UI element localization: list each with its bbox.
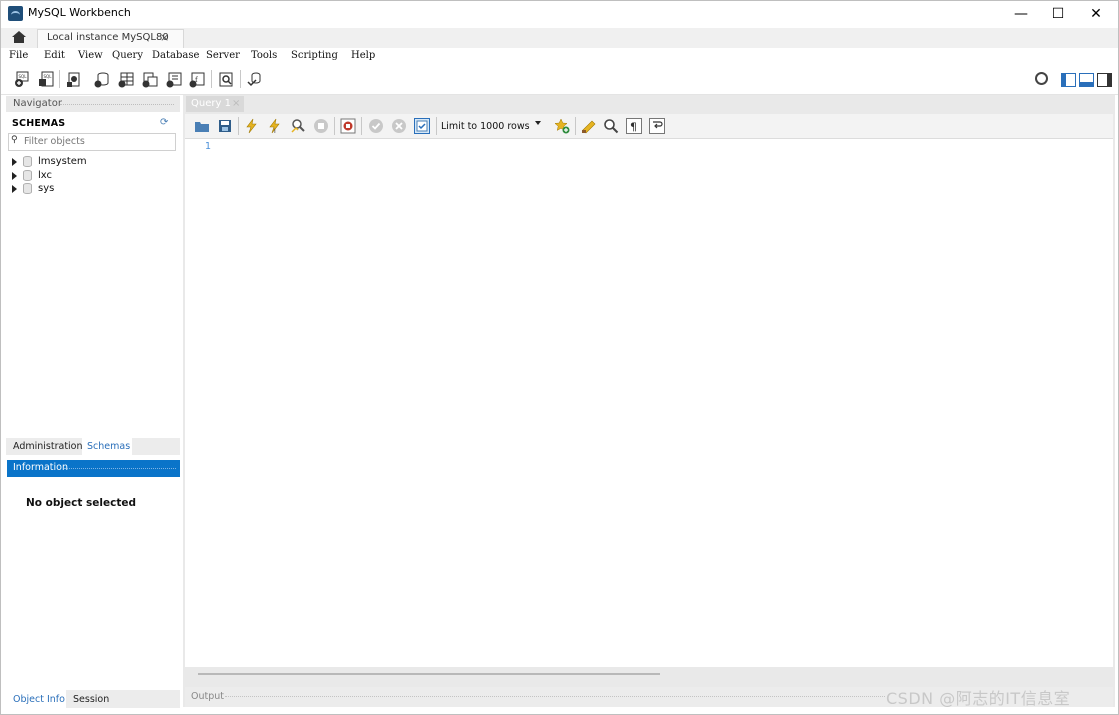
execute-icon[interactable]: [244, 118, 260, 134]
limit-rows-select[interactable]: Limit to 1000 rows: [441, 118, 545, 134]
information-grip: [64, 468, 176, 471]
menu-scripting[interactable]: Scripting: [291, 50, 338, 61]
window-title: MySQL Workbench: [28, 6, 131, 19]
save-icon[interactable]: [217, 118, 233, 134]
open-file-icon[interactable]: [194, 118, 210, 134]
svg-text:¶: ¶: [630, 121, 637, 134]
svg-text:SQL: SQL: [44, 74, 53, 79]
sql-editor[interactable]: [185, 139, 1113, 667]
navigator-grip: [60, 104, 174, 107]
menu-edit[interactable]: Edit: [44, 50, 65, 61]
toggle-secondary-sidebar-icon[interactable]: [1097, 73, 1112, 87]
wrap-lines-icon[interactable]: [649, 118, 665, 134]
expand-arrow-icon[interactable]: [12, 157, 17, 166]
execute-current-icon[interactable]: I: [267, 118, 283, 134]
filter-objects-input[interactable]: [24, 134, 172, 148]
database-icon: [23, 156, 32, 167]
schema-name: sys: [38, 183, 55, 194]
mysql-workbench-logo-icon: [8, 6, 23, 21]
menu-help[interactable]: Help: [351, 50, 375, 61]
open-sql-script-icon[interactable]: SQL: [38, 71, 55, 88]
no-object-selected-text: No object selected: [26, 497, 136, 509]
add-snippet-icon[interactable]: [554, 118, 570, 134]
query-tab-close-icon[interactable]: ×: [232, 98, 240, 109]
rollback-icon[interactable]: [391, 118, 407, 134]
menu-view[interactable]: View: [78, 50, 103, 61]
autocommit-icon[interactable]: [414, 118, 430, 134]
tab-object-info[interactable]: Object Info: [13, 694, 65, 705]
output-grip[interactable]: [225, 696, 885, 699]
gear-icon[interactable]: [1035, 72, 1048, 85]
reconnect-icon[interactable]: [246, 71, 263, 88]
schema-name: lmsystem: [38, 156, 87, 167]
toggle-error-stop-icon[interactable]: [340, 118, 356, 134]
watermark: CSDN @阿志的IT信息室: [886, 689, 1071, 708]
stop-icon[interactable]: [313, 118, 329, 134]
toggle-output-icon[interactable]: [1079, 73, 1094, 87]
search-icon: ⚲: [11, 135, 18, 145]
schema-item-sys[interactable]: sys: [12, 182, 54, 195]
create-function-icon[interactable]: f: [189, 71, 206, 88]
line-number: 1: [205, 141, 212, 152]
menu-database[interactable]: Database: [152, 50, 199, 61]
tab-session[interactable]: Session: [73, 694, 109, 705]
menu-query[interactable]: Query: [112, 50, 143, 61]
schemas-title: SCHEMAS: [12, 118, 66, 129]
expand-arrow-icon[interactable]: [12, 184, 17, 193]
commit-icon[interactable]: [368, 118, 384, 134]
find-icon[interactable]: [603, 118, 619, 134]
refresh-icon[interactable]: ⟳: [160, 117, 168, 128]
navigator-title: Navigator: [13, 98, 62, 109]
home-icon-body: [14, 37, 24, 43]
toggle-sidebar-icon[interactable]: [1061, 73, 1076, 87]
inspector-icon[interactable]: [66, 71, 83, 88]
tab-administration[interactable]: Administration: [13, 441, 83, 452]
beautify-icon[interactable]: [581, 118, 597, 134]
svg-text:I: I: [274, 128, 276, 134]
search-table-data-icon[interactable]: [218, 71, 235, 88]
connection-tab-label: Local instance MySQL80: [47, 32, 169, 43]
create-schema-icon[interactable]: [94, 71, 111, 88]
schema-item-lmsystem[interactable]: lmsystem: [12, 155, 87, 168]
menu-server[interactable]: Server: [206, 50, 240, 61]
invisible-chars-icon[interactable]: ¶: [626, 118, 642, 134]
menu-tools[interactable]: Tools: [251, 50, 277, 61]
new-sql-tab-icon[interactable]: SQL: [13, 71, 30, 88]
database-icon: [23, 170, 32, 181]
expand-arrow-icon[interactable]: [12, 171, 17, 180]
horizontal-scrollbar[interactable]: [198, 673, 660, 675]
information-title: Information: [13, 462, 68, 473]
create-procedure-icon[interactable]: [166, 71, 183, 88]
menu-file[interactable]: File: [9, 50, 28, 61]
close-button[interactable]: ✕: [1074, 0, 1118, 28]
connection-tab-close-icon[interactable]: ×: [160, 31, 169, 44]
output-title: Output: [191, 691, 224, 702]
explain-icon[interactable]: [290, 118, 306, 134]
svg-text:SQL: SQL: [19, 74, 28, 79]
create-view-icon[interactable]: [142, 71, 159, 88]
create-table-icon[interactable]: [118, 71, 135, 88]
tab-schemas[interactable]: Schemas: [87, 441, 130, 452]
schema-name: lxc: [38, 170, 53, 181]
chevron-down-icon[interactable]: [535, 121, 541, 125]
title-bar: [0, 0, 1119, 28]
schema-item-lxc[interactable]: lxc: [12, 169, 52, 182]
database-icon: [23, 183, 32, 194]
query-tab-label: Query 1: [191, 98, 231, 109]
